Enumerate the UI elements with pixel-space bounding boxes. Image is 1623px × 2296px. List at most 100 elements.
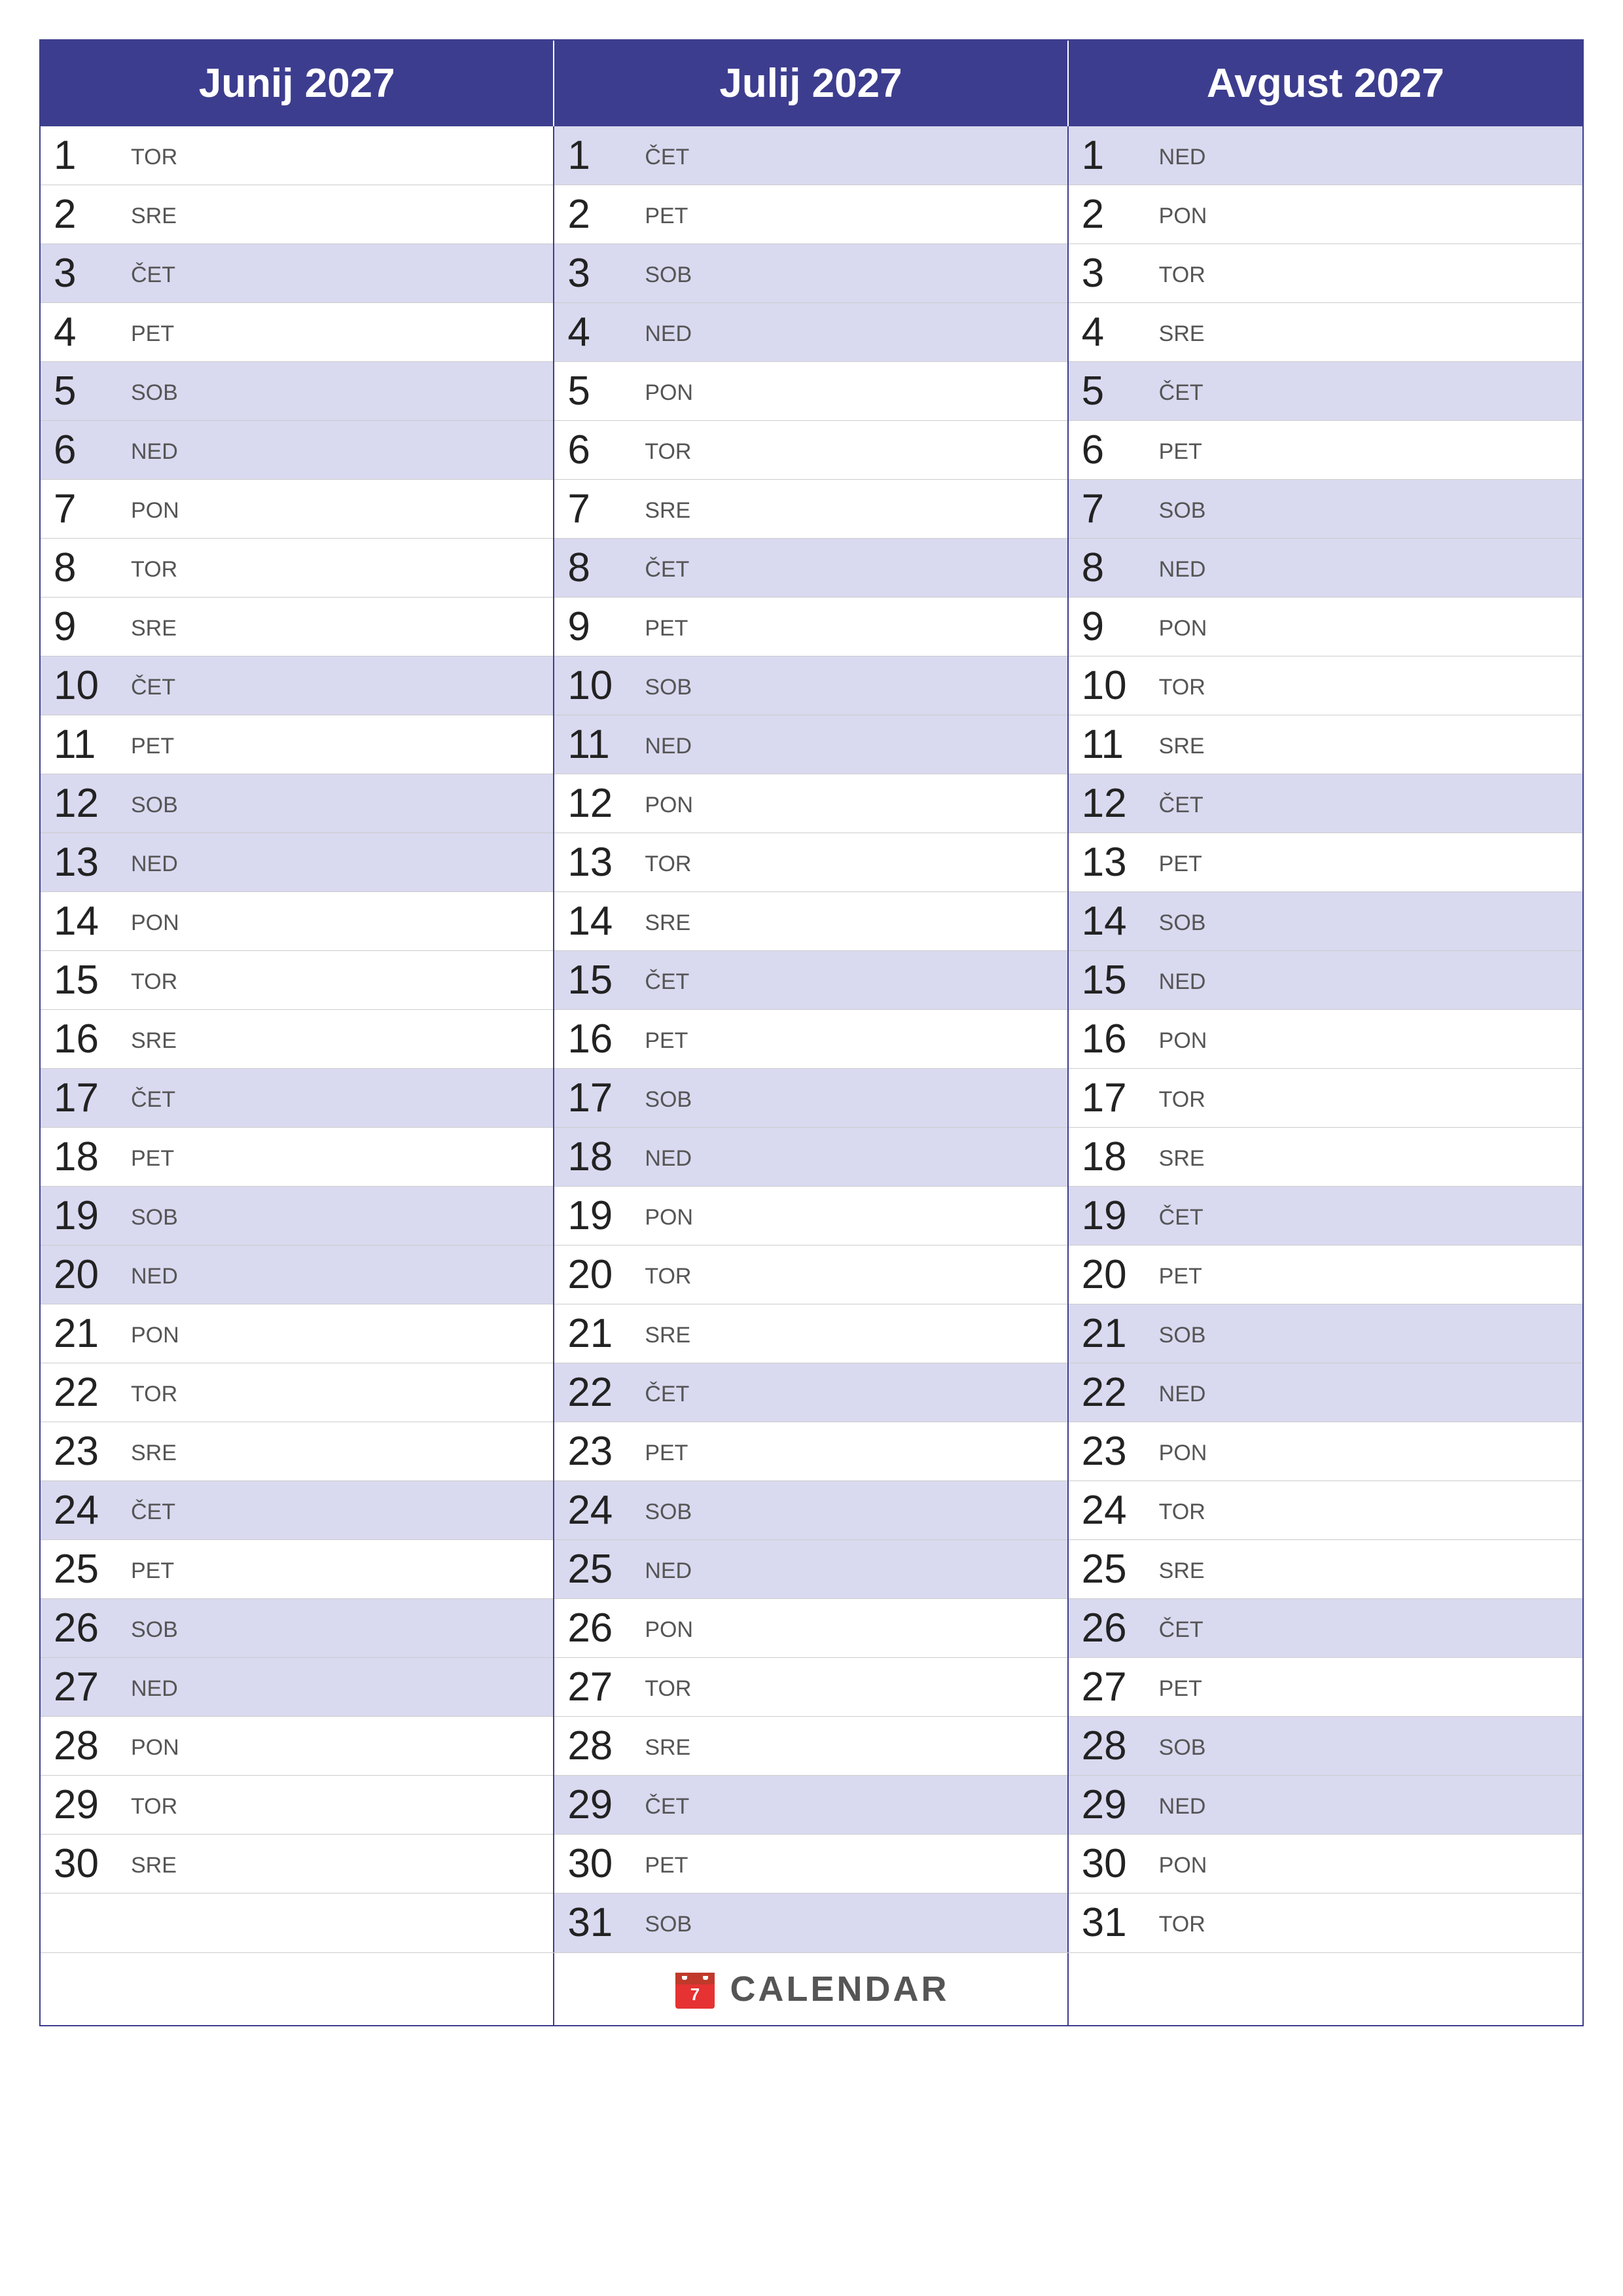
day-name-m0-d3: ČET <box>131 262 175 288</box>
day-number-m0-d17: 17 <box>54 1078 126 1119</box>
day-number-m1-d21: 21 <box>567 1314 639 1354</box>
day-cell-m0-d9: 9SRE <box>41 598 553 656</box>
day-name-m0-d11: PET <box>131 734 174 759</box>
day-cell-m0-d28: 28PON <box>41 1717 553 1776</box>
day-name-m2-d30: PON <box>1159 1853 1207 1878</box>
day-cell-m0-d27: 27NED <box>41 1658 553 1717</box>
day-number-m1-d5: 5 <box>567 371 639 412</box>
month-col-0: 1TOR2SRE3ČET4PET5SOB6NED7PON8TOR9SRE10ČE… <box>41 126 554 1952</box>
day-number-m1-d10: 10 <box>567 666 639 706</box>
day-number-m2-d23: 23 <box>1082 1431 1154 1472</box>
day-number-m0-d24: 24 <box>54 1490 126 1531</box>
month-col-1: 1ČET2PET3SOB4NED5PON6TOR7SRE8ČET9PET10SO… <box>554 126 1068 1952</box>
day-cell-m2-d16: 16PON <box>1069 1010 1582 1069</box>
day-number-m2-d10: 10 <box>1082 666 1154 706</box>
day-name-m2-d1: NED <box>1159 145 1206 170</box>
day-name-m1-d8: ČET <box>645 557 689 583</box>
day-cell-m0-d15: 15TOR <box>41 951 553 1010</box>
day-cell-m0-d21: 21PON <box>41 1304 553 1363</box>
day-cell-m2-d24: 24TOR <box>1069 1481 1582 1540</box>
day-name-m0-d27: NED <box>131 1676 178 1702</box>
day-name-m2-d15: NED <box>1159 969 1206 995</box>
day-name-m1-d3: SOB <box>645 262 692 288</box>
day-number-m2-d9: 9 <box>1082 607 1154 647</box>
day-number-m2-d13: 13 <box>1082 842 1154 883</box>
day-number-m2-d29: 29 <box>1082 1785 1154 1825</box>
day-name-m1-d9: PET <box>645 616 688 641</box>
footer-col-august <box>1069 1953 1582 2025</box>
day-number-m0-d13: 13 <box>54 842 126 883</box>
day-cell-m2-d5: 5ČET <box>1069 362 1582 421</box>
day-cell-m2-d7: 7SOB <box>1069 480 1582 539</box>
day-cell-m2-d26: 26ČET <box>1069 1599 1582 1658</box>
day-name-m0-d2: SRE <box>131 204 177 229</box>
day-name-m1-d12: PON <box>645 793 693 818</box>
day-name-m0-d7: PON <box>131 498 179 524</box>
day-cell-m2-d13: 13PET <box>1069 833 1582 892</box>
day-cell-m0-d13: 13NED <box>41 833 553 892</box>
calendar-table: Junij 2027 Julij 2027 Avgust 2027 1TOR2S… <box>39 39 1584 2026</box>
day-name-m0-d23: SRE <box>131 1441 177 1466</box>
day-cell-m2-d22: 22NED <box>1069 1363 1582 1422</box>
day-cell-m1-d16: 16PET <box>554 1010 1067 1069</box>
day-name-m0-d29: TOR <box>131 1794 177 1820</box>
day-number-m0-d19: 19 <box>54 1196 126 1236</box>
day-cell-m1-d24: 24SOB <box>554 1481 1067 1540</box>
day-name-m0-d9: SRE <box>131 616 177 641</box>
day-number-m1-d23: 23 <box>567 1431 639 1472</box>
day-name-m0-d6: NED <box>131 439 178 465</box>
day-name-m0-d17: ČET <box>131 1087 175 1113</box>
month-header-june: Junij 2027 <box>41 41 554 126</box>
day-name-m1-d16: PET <box>645 1028 688 1054</box>
day-cell-m1-d9: 9PET <box>554 598 1067 656</box>
day-cell-m0-d19: 19SOB <box>41 1187 553 1246</box>
day-number-m1-d17: 17 <box>567 1078 639 1119</box>
day-number-m0-d1: 1 <box>54 135 126 176</box>
day-name-m1-d5: PON <box>645 380 693 406</box>
day-cell-m2-d11: 11SRE <box>1069 715 1582 774</box>
day-name-m0-d18: PET <box>131 1146 174 1172</box>
day-name-m2-d29: NED <box>1159 1794 1206 1820</box>
day-cell-m1-d1: 1ČET <box>554 126 1067 185</box>
day-name-m0-d22: TOR <box>131 1382 177 1407</box>
day-cell-m0-d24: 24ČET <box>41 1481 553 1540</box>
day-number-m1-d19: 19 <box>567 1196 639 1236</box>
day-name-m0-d26: SOB <box>131 1617 178 1643</box>
day-name-m2-d31: TOR <box>1159 1912 1205 1937</box>
day-cell-m1-d5: 5PON <box>554 362 1067 421</box>
calendar-container: Junij 2027 Julij 2027 Avgust 2027 1TOR2S… <box>39 39 1584 2026</box>
day-number-m2-d28: 28 <box>1082 1726 1154 1767</box>
day-name-m1-d26: PON <box>645 1617 693 1643</box>
day-name-m2-d12: ČET <box>1159 793 1204 818</box>
day-number-m0-d3: 3 <box>54 253 126 294</box>
day-cell-m0-d22: 22TOR <box>41 1363 553 1422</box>
day-number-m2-d17: 17 <box>1082 1078 1154 1119</box>
day-name-m2-d22: NED <box>1159 1382 1206 1407</box>
day-cell-m1-d25: 25NED <box>554 1540 1067 1599</box>
month-header-august: Avgust 2027 <box>1069 41 1582 126</box>
day-name-m1-d17: SOB <box>645 1087 692 1113</box>
day-number-m1-d29: 29 <box>567 1785 639 1825</box>
day-number-m2-d25: 25 <box>1082 1549 1154 1590</box>
day-number-m0-d18: 18 <box>54 1137 126 1177</box>
day-number-m2-d16: 16 <box>1082 1019 1154 1060</box>
day-number-m0-d25: 25 <box>54 1549 126 1590</box>
day-cell-m0-d8: 8TOR <box>41 539 553 598</box>
day-name-m1-d14: SRE <box>645 910 690 936</box>
days-grid: 1TOR2SRE3ČET4PET5SOB6NED7PON8TOR9SRE10ČE… <box>41 126 1582 1952</box>
day-name-m2-d10: TOR <box>1159 675 1205 700</box>
day-name-m2-d14: SOB <box>1159 910 1206 936</box>
day-name-m0-d1: TOR <box>131 145 177 170</box>
day-name-m0-d5: SOB <box>131 380 178 406</box>
day-number-m1-d18: 18 <box>567 1137 639 1177</box>
day-number-m2-d18: 18 <box>1082 1137 1154 1177</box>
day-cell-m2-d1: 1NED <box>1069 126 1582 185</box>
day-cell-m1-d26: 26PON <box>554 1599 1067 1658</box>
day-number-m1-d2: 2 <box>567 194 639 235</box>
day-cell-m2-d15: 15NED <box>1069 951 1582 1010</box>
day-cell-m0-d1: 1TOR <box>41 126 553 185</box>
day-number-m2-d14: 14 <box>1082 901 1154 942</box>
day-cell-m1-d4: 4NED <box>554 303 1067 362</box>
day-number-m0-d23: 23 <box>54 1431 126 1472</box>
day-number-m2-d11: 11 <box>1082 725 1154 765</box>
